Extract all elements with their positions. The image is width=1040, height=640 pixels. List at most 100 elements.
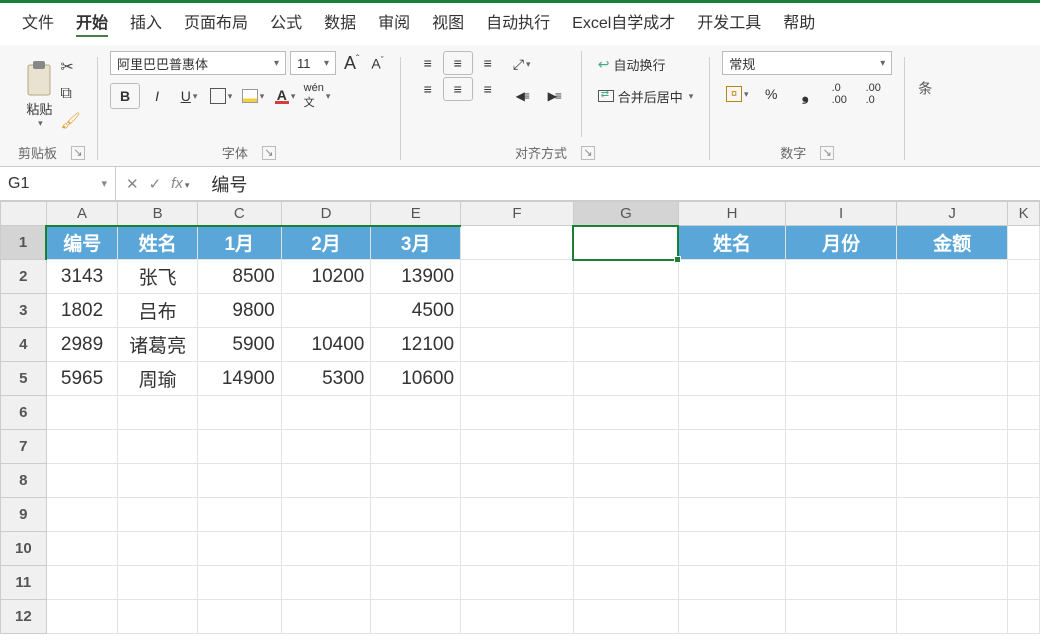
cell-I4[interactable] [786, 328, 897, 362]
col-header-D[interactable]: D [281, 202, 371, 226]
menu-formula[interactable]: 公式 [270, 9, 302, 37]
cell-D8[interactable] [281, 464, 371, 498]
font-color-button[interactable]: A▾ [270, 83, 300, 109]
cell-A10[interactable] [46, 532, 118, 566]
col-header-J[interactable]: J [897, 202, 1008, 226]
font-family-select[interactable]: 阿里巴巴普惠体▾ [110, 51, 286, 75]
col-header-G[interactable]: G [573, 202, 678, 226]
font-launcher[interactable]: ↘ [262, 146, 276, 160]
row-header-7[interactable]: 7 [1, 430, 47, 464]
cell-I6[interactable] [786, 396, 897, 430]
cell-D9[interactable] [281, 498, 371, 532]
menu-file[interactable]: 文件 [22, 9, 54, 37]
cell-G6[interactable] [573, 396, 678, 430]
cell-I8[interactable] [786, 464, 897, 498]
cell-H2[interactable] [678, 260, 785, 294]
menu-review[interactable]: 审阅 [378, 9, 410, 37]
row-header-9[interactable]: 9 [1, 498, 47, 532]
cell-F6[interactable] [461, 396, 574, 430]
align-right-button[interactable]: ≡ [473, 77, 503, 101]
menu-layout[interactable]: 页面布局 [184, 9, 248, 37]
cell-C11[interactable] [197, 566, 281, 600]
formula-bar-value[interactable]: 编号 [211, 171, 247, 197]
align-middle-button[interactable]: ≡ [443, 51, 473, 75]
cell-F10[interactable] [461, 532, 574, 566]
cell-E7[interactable] [371, 430, 461, 464]
row-header-10[interactable]: 10 [1, 532, 47, 566]
cell-C4[interactable]: 5900 [197, 328, 281, 362]
cell-I5[interactable] [786, 362, 897, 396]
cell-E1[interactable]: 3月 [371, 226, 461, 260]
cell-B3[interactable]: 吕布 [118, 294, 197, 328]
cell-J5[interactable] [897, 362, 1008, 396]
cell-B2[interactable]: 张飞 [118, 260, 197, 294]
cell-D10[interactable] [281, 532, 371, 566]
row-header-6[interactable]: 6 [1, 396, 47, 430]
col-header-I[interactable]: I [786, 202, 897, 226]
cell-A5[interactable]: 5965 [46, 362, 118, 396]
cell-C7[interactable] [197, 430, 281, 464]
cell-C1[interactable]: 1月 [197, 226, 281, 260]
cell-D11[interactable] [281, 566, 371, 600]
cell-K3[interactable] [1008, 294, 1040, 328]
cell-H10[interactable] [678, 532, 785, 566]
cell-G1[interactable]: 编号 [573, 226, 678, 260]
merge-center-button[interactable]: 合并后居中▾ [594, 83, 698, 109]
cell-I10[interactable] [786, 532, 897, 566]
row-header-3[interactable]: 3 [1, 294, 47, 328]
cell-J1[interactable]: 金额 [897, 226, 1008, 260]
cell-E10[interactable] [371, 532, 461, 566]
cell-I1[interactable]: 月份 [786, 226, 897, 260]
cell-K9[interactable] [1008, 498, 1040, 532]
cell-B7[interactable] [118, 430, 197, 464]
confirm-formula-button[interactable]: ✓ [149, 175, 162, 193]
cell-J6[interactable] [897, 396, 1008, 430]
cell-E6[interactable] [371, 396, 461, 430]
col-header-C[interactable]: C [197, 202, 281, 226]
row-header-5[interactable]: 5 [1, 362, 47, 396]
number-launcher[interactable]: ↘ [820, 146, 834, 160]
cell-G8[interactable] [573, 464, 678, 498]
cell-G10[interactable] [573, 532, 678, 566]
cell-K8[interactable] [1008, 464, 1040, 498]
font-size-select[interactable]: 11▾ [290, 51, 336, 75]
cell-C8[interactable] [197, 464, 281, 498]
cell-I11[interactable] [786, 566, 897, 600]
menu-insert[interactable]: 插入 [130, 9, 162, 37]
cell-I7[interactable] [786, 430, 897, 464]
cell-C6[interactable] [197, 396, 281, 430]
cell-G4[interactable] [573, 328, 678, 362]
cell-G11[interactable] [573, 566, 678, 600]
cell-J9[interactable] [897, 498, 1008, 532]
cell-K12[interactable] [1008, 600, 1040, 634]
cell-J4[interactable] [897, 328, 1008, 362]
cell-F8[interactable] [461, 464, 574, 498]
cell-J3[interactable] [897, 294, 1008, 328]
cell-H4[interactable] [678, 328, 785, 362]
cell-D1[interactable]: 2月 [281, 226, 371, 260]
cell-G2[interactable] [573, 260, 678, 294]
cell-A12[interactable] [46, 600, 118, 634]
percent-button[interactable]: % [756, 81, 786, 107]
cell-H1[interactable]: 姓名 [678, 226, 785, 260]
cell-F5[interactable] [461, 362, 574, 396]
cell-K6[interactable] [1008, 396, 1040, 430]
col-header-E[interactable]: E [371, 202, 461, 226]
cell-H12[interactable] [678, 600, 785, 634]
wrap-text-button[interactable]: ↩自动换行 [594, 51, 698, 77]
bold-button[interactable]: B [110, 83, 140, 109]
cell-G5[interactable] [573, 362, 678, 396]
cell-A11[interactable] [46, 566, 118, 600]
cell-J12[interactable] [897, 600, 1008, 634]
cell-E12[interactable] [371, 600, 461, 634]
cell-F12[interactable] [461, 600, 574, 634]
align-left-button[interactable]: ≡ [413, 77, 443, 101]
cell-C10[interactable] [197, 532, 281, 566]
cell-J7[interactable] [897, 430, 1008, 464]
row-header-1[interactable]: 1 [1, 226, 47, 260]
cut-icon[interactable]: ✂ [60, 57, 80, 77]
phonetic-button[interactable]: wén文▾ [302, 83, 332, 109]
cell-A9[interactable] [46, 498, 118, 532]
cell-B4[interactable]: 诸葛亮 [118, 328, 197, 362]
currency-button[interactable]: ¤▾ [722, 81, 752, 107]
